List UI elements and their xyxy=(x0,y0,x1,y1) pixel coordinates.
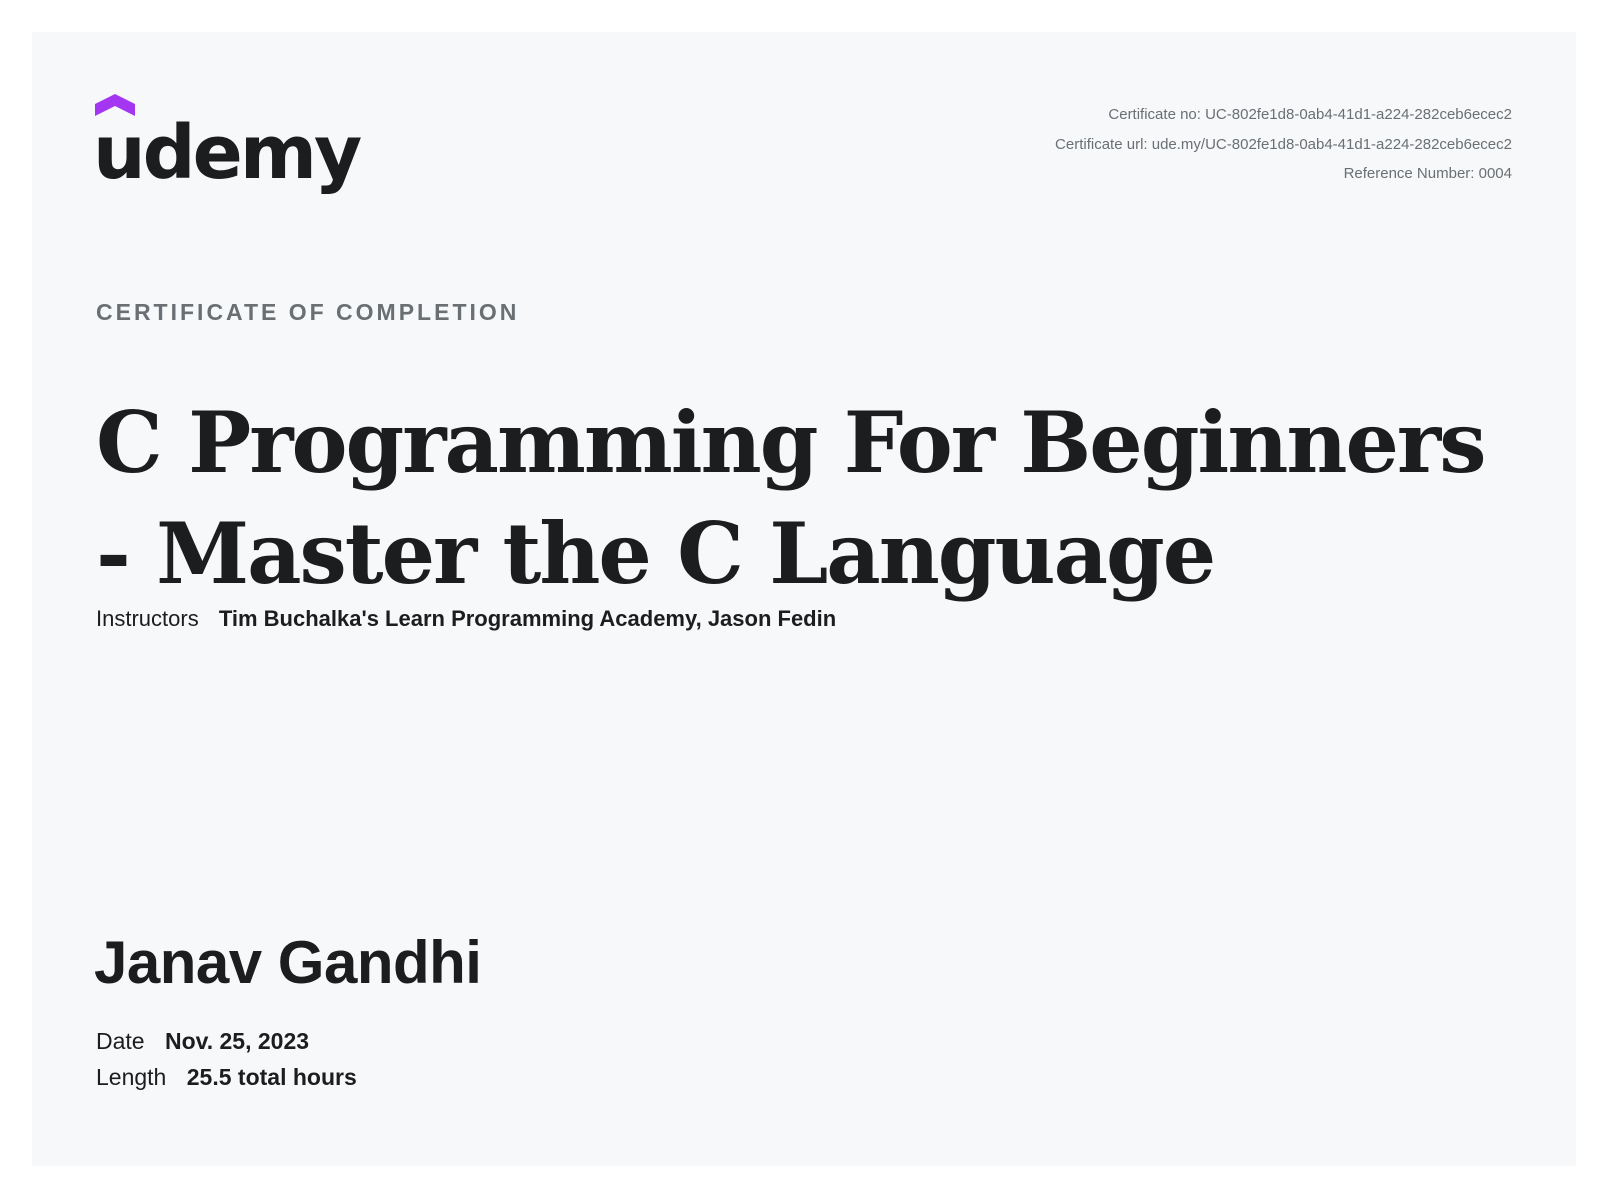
udemy-logo: udemy xyxy=(93,94,365,196)
udemy-wordmark: udemy xyxy=(93,110,362,196)
length-row: Length 25.5 total hours xyxy=(96,1064,357,1091)
length-value: 25.5 total hours xyxy=(186,1064,357,1090)
date-value: Nov. 25, 2023 xyxy=(164,1028,310,1054)
date-label: Date xyxy=(96,1028,145,1054)
recipient-name: Janav Gandhi xyxy=(94,929,482,996)
course-title: C Programming For Beginners - Master the… xyxy=(96,393,1486,603)
reference-number: Reference Number: 0004 xyxy=(1343,165,1512,182)
length-label: Length xyxy=(96,1064,167,1090)
instructors-label: Instructors xyxy=(96,606,199,631)
date-row: Date Nov. 25, 2023 xyxy=(96,1028,309,1055)
certificate-meta: Certificate no: UC-802fe1d8-0ab4-41d1-a2… xyxy=(1055,100,1512,189)
instructors-line: Instructors Tim Buchalka's Learn Program… xyxy=(96,606,836,632)
certificate-number: Certificate no: UC-802fe1d8-0ab4-41d1-a2… xyxy=(1108,106,1512,123)
certificate-card: udemy Certificate no: UC-802fe1d8-0ab4-4… xyxy=(32,32,1576,1166)
certificate-heading: CERTIFICATE OF COMPLETION xyxy=(96,299,520,325)
instructors-names: Tim Buchalka's Learn Programming Academy… xyxy=(218,606,837,631)
certificate-url: Certificate url: ude.my/UC-802fe1d8-0ab4… xyxy=(1055,135,1512,153)
